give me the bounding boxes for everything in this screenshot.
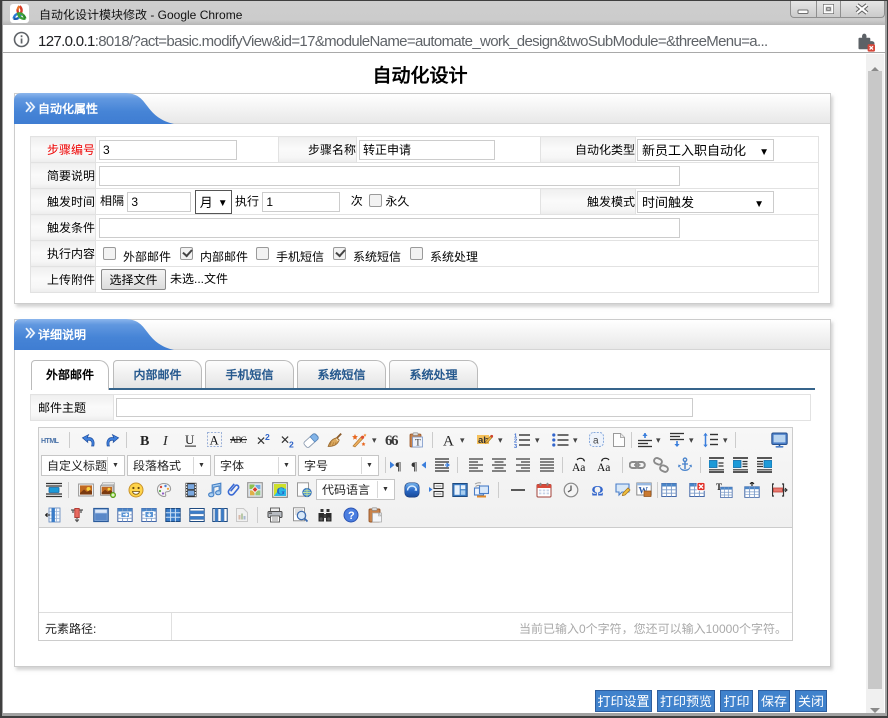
- svg-text:HTML: HTML: [41, 438, 60, 445]
- svg-text:66: 66: [385, 433, 399, 448]
- svg-text:G: G: [277, 486, 286, 498]
- svg-text:I: I: [162, 434, 169, 448]
- svg-text:T: T: [415, 438, 421, 448]
- svg-text:2: 2: [265, 432, 270, 442]
- svg-text:2: 2: [289, 440, 294, 448]
- svg-text:Aa: Aa: [572, 462, 585, 473]
- svg-text:?: ?: [348, 510, 355, 522]
- svg-text:¶: ¶: [411, 459, 417, 473]
- svg-text:Ω: Ω: [592, 484, 604, 499]
- svg-text:A: A: [443, 434, 454, 449]
- svg-text:U: U: [185, 432, 195, 447]
- svg-text:B: B: [140, 434, 149, 448]
- svg-text:3: 3: [514, 444, 517, 448]
- svg-text:A: A: [210, 434, 219, 448]
- svg-text:¶: ¶: [395, 459, 401, 473]
- svg-text:Aa: Aa: [597, 462, 610, 473]
- svg-text:a: a: [593, 436, 599, 447]
